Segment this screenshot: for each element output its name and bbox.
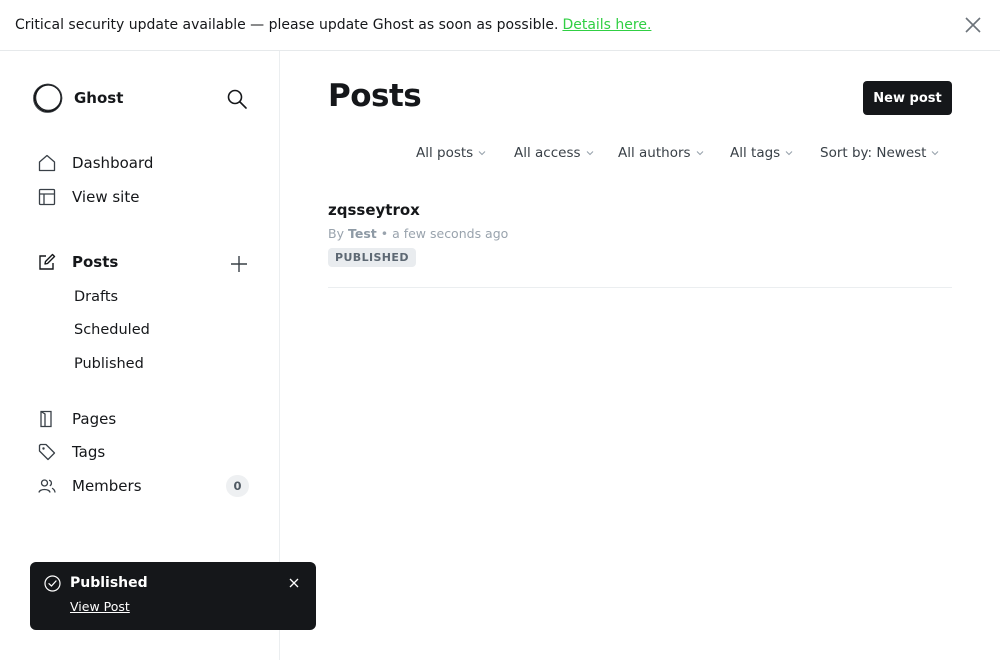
chevron-down-icon [696,151,703,156]
page-title: Posts [328,78,422,114]
sidebar-subitem-scheduled[interactable]: Scheduled [74,319,150,341]
view-post-link[interactable]: View Post [70,599,130,614]
filter-label: All authors [618,145,691,161]
ghost-logo-icon [33,83,63,113]
members-count-badge: 0 [226,475,249,497]
sidebar-item-members[interactable]: Members [38,473,142,499]
filter-all-authors[interactable]: All authors [618,145,704,161]
sidebar-subitem-published[interactable]: Published [74,353,144,375]
brand-name: Ghost [74,89,124,107]
sidebar-item-tags[interactable]: Tags [38,439,105,465]
search-icon[interactable] [226,88,248,110]
layout-icon [38,188,56,206]
sidebar-item-view-site[interactable]: View site [38,184,139,210]
post-list-item[interactable]: zqsseytrox By Test • a few seconds ago P… [328,191,952,288]
filter-label: All posts [416,145,474,161]
published-toast: Published View Post [30,562,316,630]
page-icon [40,410,52,428]
sidebar-item-label: Pages [72,410,117,428]
home-icon [38,154,56,172]
chevron-down-icon [586,151,593,156]
toast-title: Published [70,575,148,591]
chevron-down-icon [785,151,793,156]
post-title[interactable]: zqsseytrox [328,201,420,219]
status-badge: PUBLISHED [328,248,416,267]
close-icon[interactable] [288,577,300,589]
sidebar-item-label: Dashboard [72,154,154,172]
security-banner: Critical security update available — ple… [0,0,1000,51]
sidebar-item-label: Posts [72,253,119,271]
add-post-icon[interactable] [229,254,249,274]
sidebar-item-label: Tags [72,443,106,461]
post-author: Test [347,226,377,241]
filter-label: Sort by: Newest [820,145,927,161]
banner-details-link[interactable]: Details here. [562,17,651,33]
sidebar-item-dashboard[interactable]: Dashboard [38,150,153,176]
filter-label: All access [514,145,581,161]
sidebar-subitem-drafts[interactable]: Drafts [74,286,118,308]
check-circle-icon [44,575,61,592]
sidebar-item-posts[interactable]: Posts [38,249,118,275]
tag-icon [38,443,56,461]
members-icon [38,479,56,493]
brand[interactable]: Ghost [32,82,123,114]
post-time: • a few seconds ago [380,226,509,241]
chevron-down-icon [932,151,939,156]
sidebar-item-pages[interactable]: Pages [38,406,116,432]
filter-label: All tags [730,145,781,161]
post-meta: By Test • a few seconds ago [328,226,508,241]
banner-message: Critical security update available — ple… [15,17,559,33]
main-content: Posts New post All posts All access All … [280,51,1000,660]
edit-icon [39,253,56,270]
filter-all-posts[interactable]: All posts [416,145,486,161]
filter-sort[interactable]: Sort by: Newest [820,145,939,161]
new-post-button[interactable]: New post [863,81,952,115]
close-icon[interactable] [964,16,982,34]
chevron-down-icon [478,151,486,156]
filter-all-access[interactable]: All access [514,145,594,161]
sidebar-item-label: Members [72,477,142,495]
post-meta-by: By [328,226,344,241]
filter-all-tags[interactable]: All tags [730,145,793,161]
sidebar-item-label: View site [72,188,140,206]
